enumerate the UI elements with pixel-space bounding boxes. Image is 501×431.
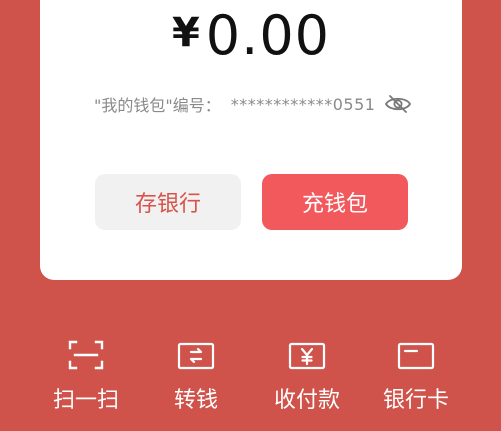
action-payment[interactable]: 收付款 <box>257 338 357 428</box>
action-payment-label: 收付款 <box>273 388 340 413</box>
save-to-bank-button[interactable]: 存银行 <box>95 174 241 230</box>
payment-icon <box>287 338 327 372</box>
currency-symbol: ¥ <box>171 10 200 56</box>
action-transfer[interactable]: 转钱 <box>146 338 246 428</box>
quick-actions-bar: 扫一扫 转钱 收付款 银行卡 <box>0 338 501 428</box>
action-scan[interactable]: 扫一扫 <box>36 338 136 428</box>
wallet-number-value: ************0551 <box>230 94 376 114</box>
wallet-number-row: "我的钱包"编号： ************0551 <box>94 92 413 116</box>
top-up-wallet-button[interactable]: 充钱包 <box>262 174 408 230</box>
action-scan-label: 扫一扫 <box>52 388 119 413</box>
action-bank-card-label: 银行卡 <box>382 388 449 413</box>
scan-icon <box>66 338 106 372</box>
action-bank-card[interactable]: 银行卡 <box>366 338 466 428</box>
eye-off-icon[interactable] <box>383 93 413 115</box>
balance-amount: 0.00 <box>205 4 331 67</box>
action-transfer-label: 转钱 <box>173 388 218 413</box>
transfer-icon <box>176 338 216 372</box>
balance-display: ¥0.00 <box>40 4 462 74</box>
wallet-card: ¥0.00 "我的钱包"编号： ************0551 存银行 充钱包 <box>40 0 462 280</box>
wallet-number-label: "我的钱包"编号： <box>94 96 221 115</box>
bank-card-icon <box>396 338 436 372</box>
